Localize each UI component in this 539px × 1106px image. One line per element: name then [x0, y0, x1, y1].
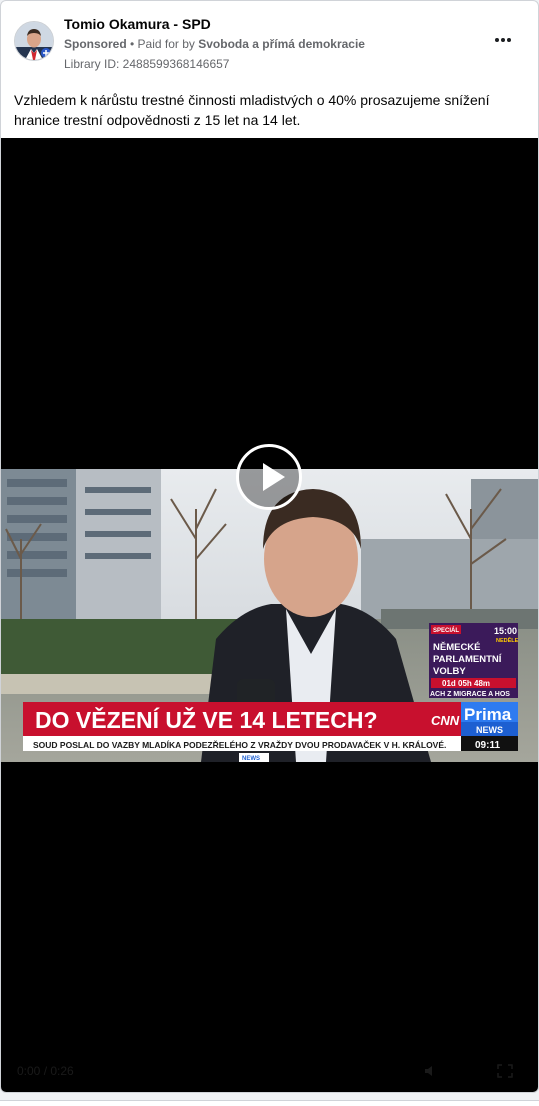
promo-time: 15:00 [494, 626, 517, 636]
fullscreen-icon[interactable] [497, 1064, 513, 1078]
sponsored-label: Sponsored [64, 37, 127, 51]
promo-countdown: 01d 05h 48m [442, 679, 490, 688]
avatar-portrait [15, 22, 53, 60]
post-meta: Tomio Okamura - SPD Sponsored • Paid for… [64, 15, 365, 72]
video-controls: 0:00 / 0:26 [1, 1052, 538, 1092]
promo-line-2: PARLAMENTNÍ [433, 654, 502, 665]
promo-bottom: ACH Z MIGRACE A HOS [430, 691, 510, 698]
library-id: Library ID: 2488599368146657 [64, 57, 230, 71]
clock-text: 09:11 [475, 740, 500, 751]
promo-day: NEDĚLE [496, 636, 519, 644]
video-still: DO VĚZENÍ UŽ VE 14 LETECH? SOUD POSLAL D… [1, 469, 538, 762]
post-header: Tomio Okamura - SPD Sponsored • Paid for… [14, 15, 525, 75]
cnn-logo: CNN [431, 713, 460, 728]
video-player[interactable]: DO VĚZENÍ UŽ VE 14 LETECH? SOUD POSLAL D… [1, 138, 538, 1092]
paid-for-prefix: • Paid for by [126, 37, 199, 51]
payer-name[interactable]: Svoboda a přímá demokracie [198, 37, 365, 51]
sponsor-line: Sponsored • Paid for by Svoboda a přímá … [64, 36, 365, 52]
ticker-text: SOUD POSLAL DO VAZBY MLADÍKA PODEZŘELÉHO… [33, 739, 446, 750]
headline-text: DO VĚZENÍ UŽ VE 14 LETECH? [35, 706, 378, 733]
ad-card: Tomio Okamura - SPD Sponsored • Paid for… [0, 0, 539, 1093]
promo-special: SPECIÁL [433, 627, 459, 634]
next-card-edge [0, 1100, 539, 1106]
post-body-text: Vzhledem k nárůstu trestné činnosti mlad… [14, 92, 490, 128]
news-logo: NEWS [476, 725, 503, 735]
play-button-icon[interactable] [236, 444, 302, 510]
page-name[interactable]: Tomio Okamura - SPD [64, 15, 365, 33]
video-frame: DO VĚZENÍ UŽ VE 14 LETECH? SOUD POSLAL D… [1, 469, 538, 762]
more-options-icon[interactable] [491, 33, 515, 47]
volume-icon[interactable] [424, 1064, 440, 1078]
promo-line-3: VOLBY [433, 666, 466, 677]
promo-line-1: NĚMECKÉ [433, 641, 481, 653]
avatar[interactable] [14, 21, 54, 61]
playback-time: 0:00 / 0:26 [17, 1064, 74, 1078]
mic-flag-text: NEWS [242, 756, 260, 762]
prima-logo: Prima [464, 705, 512, 724]
